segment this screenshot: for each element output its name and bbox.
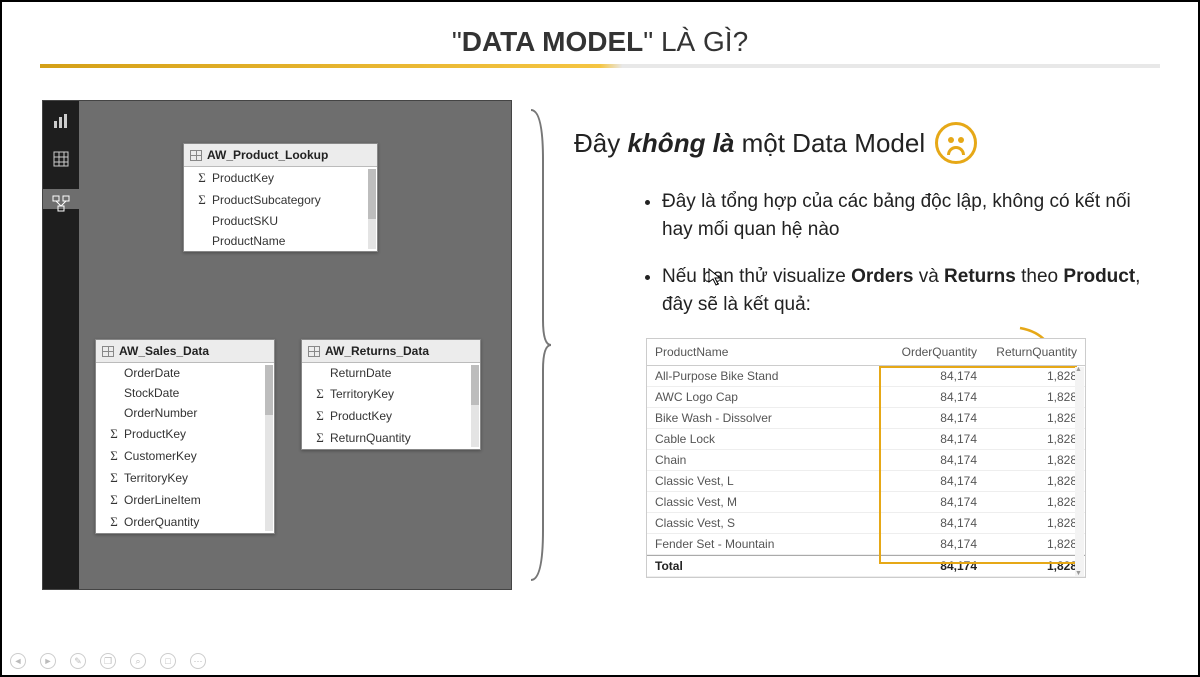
table-field[interactable]: ΣTerritoryKey	[302, 383, 470, 405]
table-field[interactable]: StockDate	[96, 383, 264, 403]
sigma-icon: Σ	[196, 192, 208, 208]
headline-emphasis: không là	[627, 128, 734, 158]
table-header[interactable]: AW_Returns_Data	[302, 340, 480, 363]
scrollbar[interactable]	[1075, 367, 1084, 576]
data-view-icon[interactable]	[51, 151, 71, 171]
model-canvas: AW_Product_Lookup ΣProductKey ΣProductSu…	[42, 100, 512, 590]
table-header[interactable]: AW_Sales_Data	[96, 340, 274, 363]
subtitle-toggle-button[interactable]: □	[160, 653, 176, 669]
bullet-1: Đây là tổng hợp của các bảng độc lập, kh…	[662, 188, 1148, 243]
table-aw-returns-data[interactable]: AW_Returns_Data ReturnDate ΣTerritoryKey…	[301, 339, 481, 450]
zoom-button[interactable]: ⌕	[130, 653, 146, 669]
sad-face-icon	[935, 122, 977, 164]
table-field[interactable]: OrderNumber	[96, 403, 264, 423]
headline: Đây không là một Data Model	[574, 122, 1148, 164]
scrollbar[interactable]	[471, 365, 479, 447]
curly-brace	[524, 100, 552, 590]
viz-row: Fender Set - Mountain84,1741,828	[647, 534, 1085, 555]
viz-total-row: Total 84,174 1,828	[647, 555, 1085, 577]
viz-row: Classic Vest, M84,1741,828	[647, 492, 1085, 513]
table-aw-product-lookup[interactable]: AW_Product_Lookup ΣProductKey ΣProductSu…	[183, 143, 378, 252]
table-field[interactable]: ReturnDate	[302, 363, 470, 383]
table-field[interactable]: ΣTerritoryKey	[96, 467, 264, 489]
title-rest: LÀ GÌ?	[653, 26, 748, 57]
viz-row: Chain84,1741,828	[647, 450, 1085, 471]
viz-body: All-Purpose Bike Stand84,1741,828AWC Log…	[647, 366, 1085, 555]
table-name: AW_Product_Lookup	[207, 148, 328, 162]
viz-row: Classic Vest, L84,1741,828	[647, 471, 1085, 492]
scrollbar[interactable]	[265, 365, 273, 531]
table-aw-sales-data[interactable]: AW_Sales_Data OrderDate StockDate OrderN…	[95, 339, 275, 534]
sigma-icon: Σ	[108, 470, 120, 486]
table-field[interactable]: ΣReturnQuantity	[302, 427, 470, 449]
see-all-slides-button[interactable]: ❐	[100, 653, 116, 669]
viz-row: All-Purpose Bike Stand84,1741,828	[647, 366, 1085, 387]
scrollbar[interactable]	[368, 169, 376, 249]
viz-row: Cable Lock84,1741,828	[647, 429, 1085, 450]
prev-slide-button[interactable]: ◄	[10, 653, 26, 669]
title-text: "DATA MODEL" LÀ GÌ?	[2, 26, 1198, 58]
sigma-icon: Σ	[314, 408, 326, 424]
bullet-2: Nếu bạn thử visualize Orders và Returns …	[662, 263, 1148, 318]
viz-header: ProductName OrderQuantity ReturnQuantity	[647, 339, 1085, 366]
table-field[interactable]: OrderDate	[96, 363, 264, 383]
sigma-icon: Σ	[108, 448, 120, 464]
table-header[interactable]: AW_Product_Lookup	[184, 144, 377, 167]
table-field[interactable]: ΣProductKey	[302, 405, 470, 427]
table-icon	[190, 150, 202, 161]
col-returnquantity: ReturnQuantity	[977, 345, 1077, 359]
table-field[interactable]: ΣProductKey	[184, 167, 367, 189]
report-view-icon[interactable]	[51, 113, 71, 133]
table-field[interactable]: ΣCustomerKey	[96, 445, 264, 467]
table-field[interactable]: ΣProductKey	[96, 423, 264, 445]
viz-row: Bike Wash - Dissolver84,1741,828	[647, 408, 1085, 429]
table-name: AW_Sales_Data	[119, 344, 209, 358]
mouse-cursor-icon	[708, 268, 722, 289]
bullet-list: Đây là tổng hợp của các bảng độc lập, kh…	[574, 188, 1148, 318]
viz-row: Classic Vest, S84,1741,828	[647, 513, 1085, 534]
more-options-button[interactable]: ⋯	[190, 653, 206, 669]
sigma-icon: Σ	[108, 492, 120, 508]
title-underline	[40, 64, 1160, 68]
pen-tool-button[interactable]: ✎	[70, 653, 86, 669]
next-slide-button[interactable]: ►	[40, 653, 56, 669]
sigma-icon: Σ	[108, 514, 120, 530]
table-field[interactable]: ΣOrderQuantity	[96, 511, 264, 533]
table-name: AW_Returns_Data	[325, 344, 429, 358]
table-icon	[308, 346, 320, 357]
view-switcher	[43, 101, 79, 589]
result-table-visual: ProductName OrderQuantity ReturnQuantity…	[646, 338, 1086, 578]
title-quoted: DATA MODEL	[462, 26, 643, 57]
slideshow-controls: ◄ ► ✎ ❐ ⌕ □ ⋯	[10, 653, 206, 669]
sigma-icon: Σ	[314, 430, 326, 446]
col-orderquantity: OrderQuantity	[887, 345, 977, 359]
table-body: ReturnDate ΣTerritoryKey ΣProductKey ΣRe…	[302, 363, 480, 449]
table-icon	[102, 346, 114, 357]
sigma-icon: Σ	[196, 170, 208, 186]
viz-row: AWC Logo Cap84,1741,828	[647, 387, 1085, 408]
table-field[interactable]: ΣProductSubcategory	[184, 189, 367, 211]
explanation-panel: Đây không là một Data Model Đây là tổng …	[564, 100, 1158, 590]
sigma-icon: Σ	[314, 386, 326, 402]
table-field[interactable]: ProductSKU	[184, 211, 367, 231]
table-body: OrderDate StockDate OrderNumber ΣProduct…	[96, 363, 274, 533]
table-body: ΣProductKey ΣProductSubcategory ProductS…	[184, 167, 377, 251]
table-field[interactable]: ProductName	[184, 231, 367, 251]
col-productname: ProductName	[655, 345, 887, 359]
slide-title: "DATA MODEL" LÀ GÌ?	[2, 2, 1198, 82]
sigma-icon: Σ	[108, 426, 120, 442]
model-view-icon[interactable]	[43, 189, 79, 209]
table-field[interactable]: ΣOrderLineItem	[96, 489, 264, 511]
